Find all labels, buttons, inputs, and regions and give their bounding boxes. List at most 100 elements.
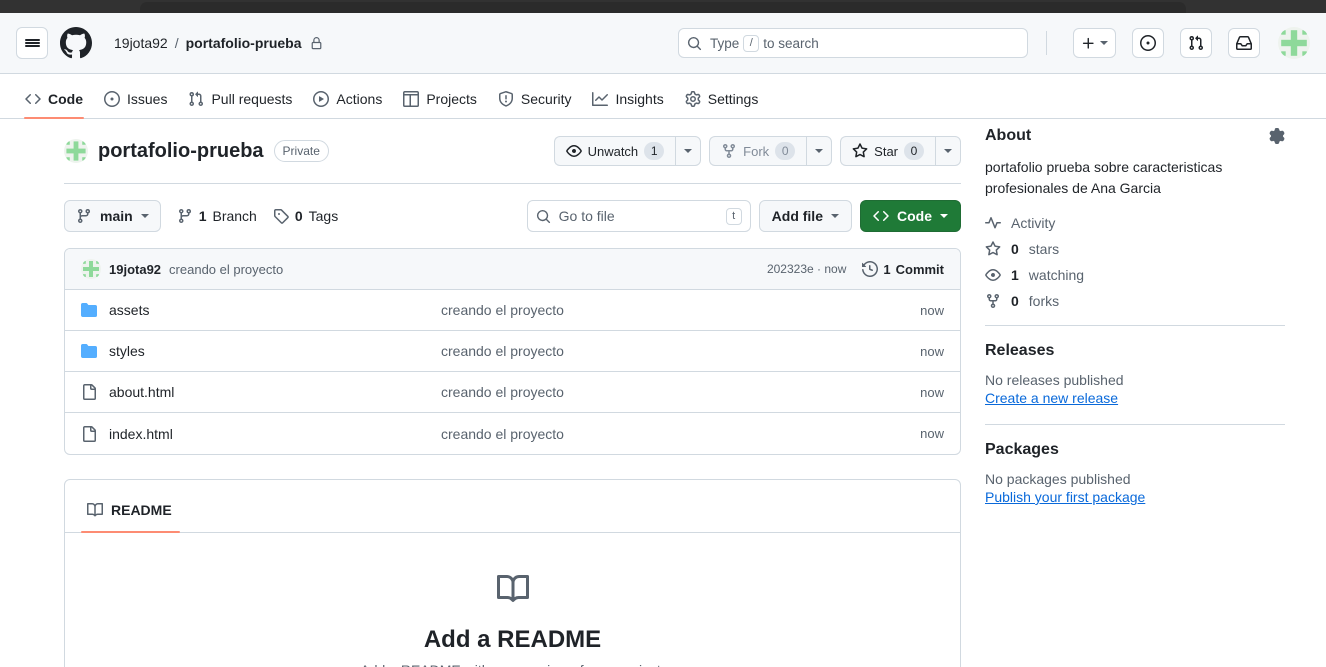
about-section-title: About [985, 127, 1032, 144]
code-button[interactable]: Code [860, 200, 961, 232]
table-row[interactable]: about.html creando el proyecto now [65, 372, 960, 413]
commit-author[interactable]: 19jota92 [109, 262, 161, 277]
watching-link[interactable]: 1 watching [985, 267, 1285, 283]
fork-dropdown-button[interactable] [806, 136, 833, 166]
git-pull-request-icon [189, 91, 204, 107]
star-button[interactable]: Star 0 [840, 136, 935, 166]
commit-message[interactable]: creando el proyecto [169, 262, 283, 277]
tab-issues[interactable]: Issues [95, 80, 176, 118]
notifications-inbox[interactable] [1228, 28, 1260, 58]
readme-tabbar: README [65, 480, 960, 533]
unwatch-button[interactable]: Unwatch 1 [553, 136, 676, 166]
search-icon [687, 36, 702, 50]
table-row[interactable]: styles creando el proyecto now [65, 331, 960, 372]
toolbar-right-group: Go to file t Add file Code [526, 200, 961, 232]
create-new-menu[interactable] [1073, 28, 1116, 58]
branch-selector-label: main [100, 208, 133, 224]
releases-empty-text: No releases published [985, 372, 1124, 388]
file-name-cell[interactable]: about.html [81, 384, 441, 400]
file-commit-message[interactable]: creando el proyecto [441, 302, 920, 318]
tab-issues-label: Issues [127, 91, 168, 107]
add-file-button[interactable]: Add file [758, 200, 852, 232]
tab-pull-requests[interactable]: Pull requests [179, 80, 301, 118]
forks-count: 0 [1011, 293, 1019, 309]
graph-icon [592, 92, 609, 106]
create-release-link[interactable]: Create a new release [985, 390, 1118, 406]
inbox-icon [1236, 36, 1252, 50]
watch-button-group: Unwatch 1 [553, 136, 702, 166]
stars-link[interactable]: 0 stars [985, 241, 1285, 257]
sidebar-divider [985, 325, 1285, 326]
hamburger-icon[interactable] [16, 27, 48, 59]
file-name-cell[interactable]: styles [81, 343, 441, 359]
file-commit-message[interactable]: creando el proyecto [441, 384, 920, 400]
repo-forked-icon [723, 144, 736, 159]
forks-link[interactable]: 0 forks [985, 293, 1285, 309]
folder-icon [81, 344, 97, 358]
releases-section-title: Releases [985, 342, 1055, 359]
search-input[interactable]: Type / to search [678, 28, 1028, 58]
tag-count-value: 0 [294, 208, 303, 224]
tab-actions[interactable]: Actions [304, 80, 391, 118]
page-body: portafolio-prueba Private Unwatch 1 Fork… [0, 119, 1326, 667]
go-to-file-input[interactable]: Go to file t [526, 200, 751, 232]
branch-selector[interactable]: main [64, 200, 161, 232]
tab-insights[interactable]: Insights [583, 80, 672, 118]
issues-link[interactable] [1132, 28, 1164, 58]
file-commit-time: now [920, 302, 944, 318]
file-name: assets [109, 302, 150, 318]
search-icon [536, 209, 550, 223]
tab-security[interactable]: Security [489, 80, 581, 118]
tab-projects[interactable]: Projects [394, 80, 486, 118]
tab-projects-label: Projects [426, 91, 477, 107]
readme-empty-subtitle: Add a README with an overview of your pr… [81, 662, 944, 667]
table-row[interactable]: index.html creando el proyecto now [65, 413, 960, 454]
file-commit-message[interactable]: creando el proyecto [441, 426, 920, 442]
tab-code[interactable]: Code [16, 80, 92, 119]
git-branch-icon [77, 209, 90, 224]
gear-icon[interactable] [1269, 128, 1285, 144]
watching-count: 1 [1011, 267, 1019, 283]
watch-dropdown-button[interactable] [675, 136, 702, 166]
commit-separator: · [817, 262, 822, 276]
fork-count: 0 [775, 142, 796, 160]
file-name-cell[interactable]: index.html [81, 425, 441, 442]
github-logo-icon[interactable] [60, 27, 92, 59]
breadcrumb-repo[interactable]: portafolio-prueba [186, 35, 302, 51]
fork-label: Fork [743, 143, 770, 159]
tab-insights-label: Insights [615, 91, 664, 107]
commit-hash-time[interactable]: 202323e · now [767, 262, 846, 276]
owner-avatar[interactable] [64, 139, 88, 163]
tab-code-label: Code [48, 91, 83, 107]
code-icon [25, 93, 41, 105]
file-commit-message[interactable]: creando el proyecto [441, 343, 920, 359]
file-icon [83, 425, 96, 442]
publish-package-link[interactable]: Publish your first package [985, 489, 1145, 505]
browser-tab[interactable] [140, 2, 1186, 13]
file-name-cell[interactable]: assets [81, 302, 441, 318]
chevron-down-icon [684, 149, 693, 153]
stars-count: 0 [1011, 241, 1019, 257]
avatar[interactable] [81, 259, 101, 279]
commit-history-link[interactable]: 1 Commit [862, 261, 944, 277]
readme-panel: README Add a README Add a README with an… [64, 479, 961, 667]
user-avatar[interactable] [1278, 27, 1310, 59]
global-header: 19jota92 / portafolio-prueba Type / to s… [0, 13, 1326, 74]
page-title[interactable]: portafolio-prueba [98, 140, 264, 163]
chevron-down-icon [944, 149, 952, 153]
activity-link[interactable]: Activity [985, 215, 1285, 231]
star-dropdown-button[interactable] [935, 136, 961, 166]
star-button-group: Star 0 [840, 136, 961, 166]
branch-count-link[interactable]: 1 Branch [177, 208, 257, 224]
search-placeholder: Type / to search [710, 34, 819, 52]
pull-requests-link[interactable] [1180, 28, 1212, 58]
fork-button[interactable]: Fork 0 [709, 136, 807, 166]
browser-chrome-strip [0, 0, 1326, 13]
tag-count-link[interactable]: 0 Tags [273, 208, 338, 224]
play-icon [313, 91, 330, 107]
breadcrumb-owner[interactable]: 19jota92 [114, 35, 168, 51]
commit-time: now [824, 262, 847, 276]
tab-settings[interactable]: Settings [676, 80, 768, 118]
table-row[interactable]: assets creando el proyecto now [65, 290, 960, 331]
tab-readme[interactable]: README [81, 487, 180, 533]
